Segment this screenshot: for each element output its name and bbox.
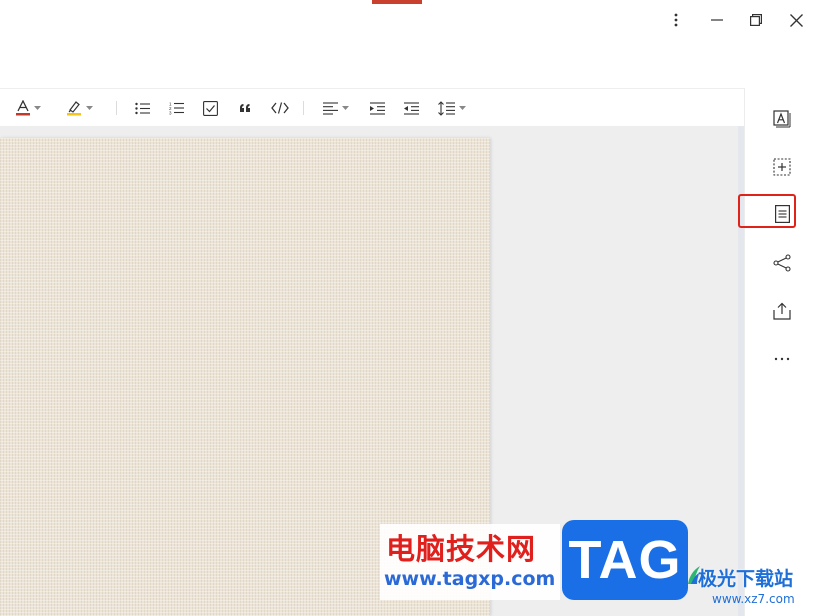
- highlight-button[interactable]: [66, 96, 93, 120]
- restore-button[interactable]: [740, 6, 772, 34]
- restore-icon: [750, 14, 762, 26]
- quote-button[interactable]: [239, 96, 251, 120]
- line-spacing-button[interactable]: [438, 96, 466, 120]
- chevron-down-icon: [86, 106, 93, 110]
- share-button[interactable]: [769, 250, 795, 276]
- close-icon: [789, 13, 803, 27]
- watermark-url: www.tagxp.com: [384, 568, 556, 590]
- chevron-down-icon: [34, 106, 41, 110]
- line-spacing-icon: [438, 100, 455, 116]
- insert-box-icon: [773, 158, 791, 176]
- checkbox-list-button[interactable]: [203, 96, 218, 120]
- chevron-down-icon: [459, 106, 466, 110]
- quote-icon: [240, 104, 250, 112]
- more-icon: [674, 13, 678, 27]
- close-button[interactable]: [780, 6, 812, 34]
- format-toolbar: 1 2 3: [0, 88, 744, 126]
- watermark-tag-text: TAG: [568, 530, 682, 590]
- indent-increase-icon: [370, 101, 385, 115]
- right-sidebar: [744, 88, 816, 616]
- text-box-button[interactable]: [769, 106, 795, 132]
- share-icon: [773, 254, 791, 272]
- svg-text:3: 3: [169, 111, 172, 116]
- code-button[interactable]: [271, 96, 289, 120]
- checkbox-list-icon: [203, 100, 218, 116]
- watermark-cn-title: 电脑技术网: [386, 532, 537, 566]
- watermark-site: 极光下载站 www.xz7.com: [688, 556, 816, 616]
- toolbar-divider: [116, 101, 117, 115]
- minimize-icon: [711, 19, 723, 21]
- watermark-text-block: 电脑技术网 www.tagxp.com: [380, 524, 560, 600]
- insert-box-button[interactable]: [769, 154, 795, 180]
- export-icon: [773, 302, 791, 320]
- minimize-button[interactable]: [701, 6, 733, 34]
- toolbar-divider: [303, 101, 304, 115]
- code-icon: [271, 102, 289, 114]
- watermark-site-url: www.xz7.com: [712, 592, 795, 606]
- page-icon: [774, 205, 790, 223]
- more-options-button[interactable]: [660, 6, 692, 34]
- bullet-list-button[interactable]: [135, 96, 150, 120]
- active-tab-indicator[interactable]: [372, 0, 422, 4]
- title-bar: [0, 0, 816, 88]
- font-color-icon: [16, 100, 30, 116]
- export-button[interactable]: [769, 298, 795, 324]
- align-button[interactable]: [323, 96, 349, 120]
- numbered-list-button[interactable]: 1 2 3: [169, 96, 184, 120]
- align-icon: [323, 101, 338, 115]
- more-tools-button[interactable]: [769, 346, 795, 372]
- indent-decrease-icon: [404, 101, 419, 115]
- chevron-down-icon: [342, 106, 349, 110]
- indent-decrease-button[interactable]: [404, 96, 419, 120]
- font-color-button[interactable]: [16, 96, 41, 120]
- highlight-icon: [67, 101, 81, 116]
- numbered-list-icon: 1 2 3: [169, 102, 184, 116]
- bullet-list-icon: [135, 102, 150, 114]
- page-button[interactable]: [769, 201, 795, 227]
- watermark-tag-badge: TAG: [562, 520, 688, 600]
- more-horizontal-icon: [774, 357, 790, 361]
- text-box-icon: [773, 110, 791, 128]
- watermark-site-cn: 极光下载站: [698, 568, 794, 590]
- indent-increase-button[interactable]: [370, 96, 385, 120]
